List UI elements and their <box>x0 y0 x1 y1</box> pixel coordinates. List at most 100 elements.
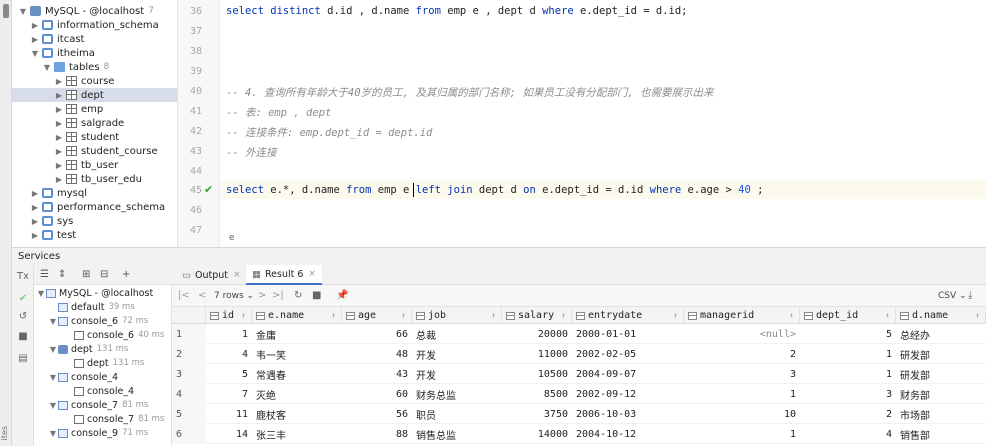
chevron-down-icon[interactable]: ▼ <box>48 345 58 354</box>
download-icon[interactable]: ⤓ <box>968 290 972 301</box>
filter-icon[interactable]: ⊟ <box>100 269 108 280</box>
group-icon[interactable]: ⊞ <box>82 269 90 280</box>
cell-dept-name[interactable]: 研发部 <box>896 364 986 384</box>
collapse-all-icon[interactable]: ⇕ <box>58 269 66 280</box>
tree-item-table[interactable]: ▶ salgrade <box>12 116 177 130</box>
cell-id[interactable]: 7 <box>206 384 252 404</box>
pin-icon[interactable]: 📌 <box>336 290 348 301</box>
chevron-right-icon[interactable]: ▶ <box>54 175 64 184</box>
tree-item-schema[interactable]: ▶ itcast <box>12 32 177 46</box>
cell-age[interactable]: 48 <box>342 344 412 364</box>
cell-id[interactable]: 11 <box>206 404 252 424</box>
sort-icon[interactable]: ⬍ <box>491 311 496 320</box>
chevron-right-icon[interactable]: ▶ <box>30 217 40 226</box>
column-header[interactable]: entrydate ⬍ <box>572 307 684 324</box>
services-item[interactable]: ▼ console_4 <box>48 370 118 384</box>
table-row[interactable]: 2 4 韦一笑 48 开发 11000 2002-02-05 2 1 研发部 <box>172 344 986 364</box>
services-item-root[interactable]: ▼ MySQL - @localhost <box>36 286 153 300</box>
cell-entrydate[interactable]: 2002-02-05 <box>572 344 684 364</box>
chevron-down-icon[interactable]: ▼ <box>30 49 40 58</box>
cell-managerid[interactable]: 1 <box>684 424 800 444</box>
cell-entrydate[interactable]: 2002-09-12 <box>572 384 684 404</box>
cell-id[interactable]: 14 <box>206 424 252 444</box>
transaction-icon[interactable]: Tx <box>17 271 29 283</box>
chevron-right-icon[interactable]: ▶ <box>54 147 64 156</box>
row-count[interactable]: 7 rows ⌄ <box>214 291 254 301</box>
services-item[interactable]: ▼ console_7 81 ms <box>48 398 148 412</box>
code-comment[interactable]: -- 表: emp , dept <box>226 105 331 120</box>
cell-name[interactable]: 灭绝 <box>252 384 342 404</box>
services-item[interactable]: console_7 81 ms <box>74 412 164 426</box>
tree-item-schema[interactable]: ▶ information_schema <box>12 18 177 32</box>
cell-id[interactable]: 1 <box>206 324 252 344</box>
services-item[interactable]: ▼ console_9 71 ms <box>48 426 148 440</box>
cell-managerid[interactable]: 3 <box>684 364 800 384</box>
cell-age[interactable]: 88 <box>342 424 412 444</box>
chevron-right-icon[interactable]: ▶ <box>30 35 40 44</box>
cell-salary[interactable]: 14000 <box>502 424 572 444</box>
sort-icon[interactable]: ⬍ <box>331 311 336 320</box>
services-item[interactable]: dept 131 ms <box>74 356 144 370</box>
services-item[interactable]: ▼ console_6 72 ms <box>48 314 148 328</box>
cell-salary[interactable]: 8500 <box>502 384 572 404</box>
cell-dept-id[interactable]: 2 <box>800 404 896 424</box>
tab-result[interactable]: ▦ Result 6 × <box>246 265 322 285</box>
cell-managerid[interactable]: 2 <box>684 344 800 364</box>
add-icon[interactable]: + <box>122 269 130 280</box>
tree-item-schema[interactable]: ▶ test <box>12 228 177 242</box>
chevron-right-icon[interactable]: ▶ <box>54 161 64 170</box>
services-item[interactable]: console_6 40 ms <box>74 328 164 342</box>
chevron-right-icon[interactable]: ▶ <box>30 203 40 212</box>
cell-job[interactable]: 开发 <box>412 344 502 364</box>
cell-job[interactable]: 职员 <box>412 404 502 424</box>
refresh-icon[interactable]: ↻ <box>294 290 302 301</box>
cell-job[interactable]: 财务总监 <box>412 384 502 404</box>
cell-managerid[interactable]: <null> <box>684 324 800 344</box>
cell-entrydate[interactable]: 2000-01-01 <box>572 324 684 344</box>
chevron-down-icon[interactable]: ▼ <box>48 373 58 382</box>
database-tool-icon[interactable] <box>3 4 9 18</box>
tree-item-schema[interactable]: ▶ sys <box>12 214 177 228</box>
chevron-down-icon[interactable]: ▼ <box>48 317 58 326</box>
cell-entrydate[interactable]: 2006-10-03 <box>572 404 684 424</box>
close-icon[interactable]: × <box>233 270 241 280</box>
cell-managerid[interactable]: 10 <box>684 404 800 424</box>
chevron-right-icon[interactable]: ▶ <box>30 231 40 240</box>
code-line-45[interactable]: select e.*, d.name from emp e left join … <box>226 184 763 196</box>
cell-managerid[interactable]: 1 <box>684 384 800 404</box>
cell-name[interactable]: 韦一笑 <box>252 344 342 364</box>
stop-icon[interactable]: ■ <box>17 331 29 343</box>
chevron-down-icon[interactable]: ▼ <box>36 289 46 298</box>
cell-id[interactable]: 4 <box>206 344 252 364</box>
cell-dept-id[interactable]: 4 <box>800 424 896 444</box>
services-item[interactable]: default 39 ms <box>58 300 135 314</box>
tree-item-table[interactable]: ▶ tb_user <box>12 158 177 172</box>
cell-salary[interactable]: 3750 <box>502 404 572 424</box>
chevron-down-icon[interactable]: ▼ <box>48 429 58 438</box>
cell-name[interactable]: 张三丰 <box>252 424 342 444</box>
chevron-right-icon[interactable]: ▶ <box>54 91 64 100</box>
column-header[interactable]: salary ⬍ <box>502 307 572 324</box>
tree-item-schema[interactable]: ▼ itheima <box>12 46 177 60</box>
prev-page-icon[interactable]: < <box>198 290 206 301</box>
code-line-36[interactable]: select distinct d.id , d.name from emp e… <box>226 5 688 17</box>
column-header[interactable]: d.name ⬍ <box>896 307 986 324</box>
cell-dept-name[interactable]: 财务部 <box>896 384 986 404</box>
column-header[interactable]: job ⬍ <box>412 307 502 324</box>
chevron-right-icon[interactable]: ▶ <box>30 21 40 30</box>
cell-dept-name[interactable]: 总经办 <box>896 324 986 344</box>
cell-age[interactable]: 66 <box>342 324 412 344</box>
sort-icon[interactable]: ⬍ <box>789 311 794 320</box>
column-header[interactable]: managerid ⬍ <box>684 307 800 324</box>
cell-job[interactable]: 销售总监 <box>412 424 502 444</box>
tree-item-root[interactable]: ▼ MySQL - @localhost 7 <box>12 4 177 18</box>
cell-dept-id[interactable]: 5 <box>800 324 896 344</box>
tree-item-table[interactable]: ▶ emp <box>12 102 177 116</box>
column-header[interactable]: dept_id ⬍ <box>800 307 896 324</box>
tree-item-schema[interactable]: ▶ mysql <box>12 186 177 200</box>
tree-item-table[interactable]: ▶ student <box>12 130 177 144</box>
cell-job[interactable]: 开发 <box>412 364 502 384</box>
cell-dept-name[interactable]: 研发部 <box>896 344 986 364</box>
table-row[interactable]: 4 7 灭绝 60 财务总监 8500 2002-09-12 1 3 财务部 <box>172 384 986 404</box>
cell-age[interactable]: 60 <box>342 384 412 404</box>
